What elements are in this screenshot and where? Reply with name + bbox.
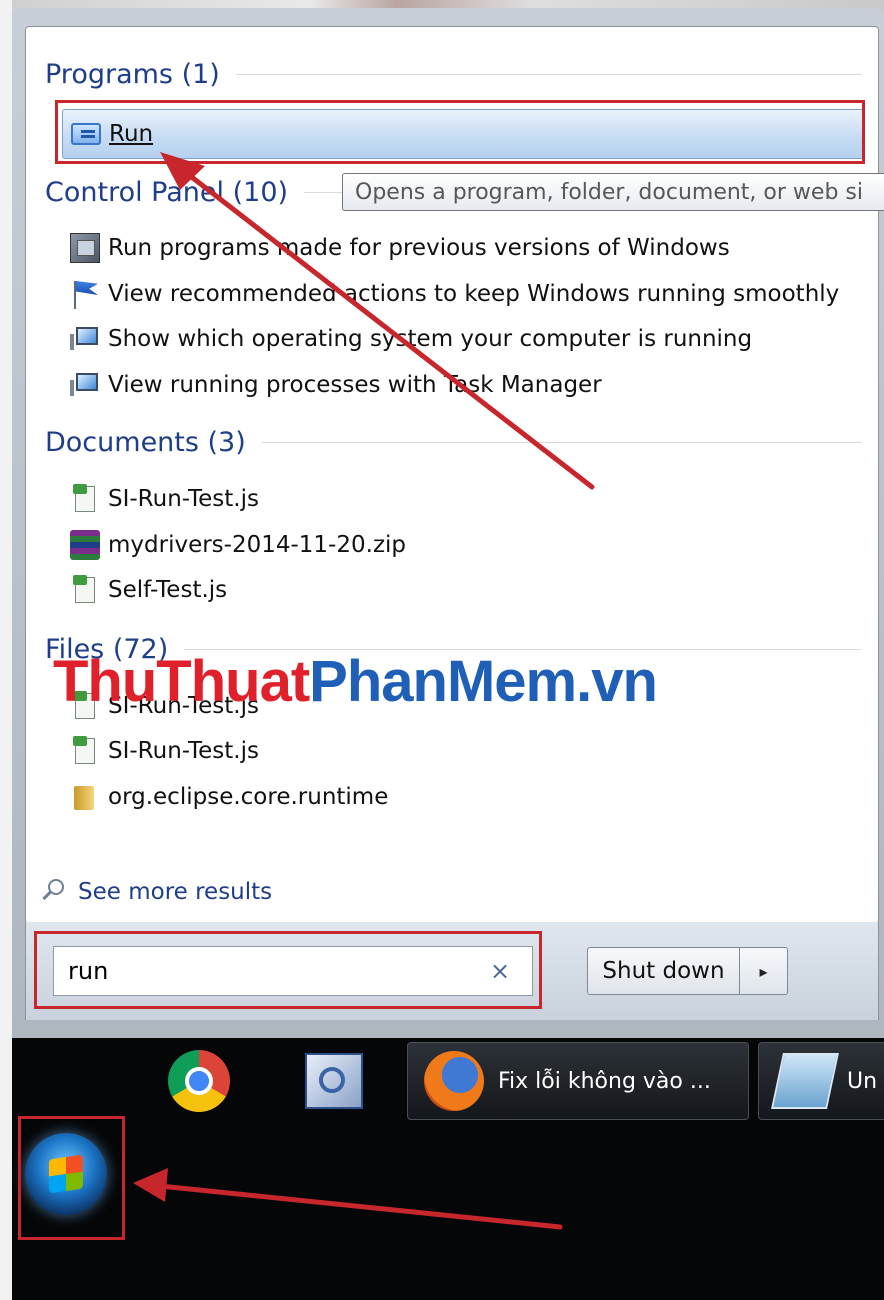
result-item-label: View running processes with Task Manager [108,372,602,398]
desktop-edge [0,0,12,1300]
watermark-logo: ThuThuatPhanMem.vn [53,648,658,715]
see-more-results-label: See more results [78,879,273,905]
result-item-document[interactable]: SI-Run-Test.js [70,479,259,519]
result-item-label: Show which operating system your compute… [108,326,753,352]
search-icon [40,877,70,907]
run-tooltip: Opens a program, folder, document, or we… [342,173,884,211]
result-item-file[interactable]: org.eclipse.core.runtime [70,777,388,817]
section-title-documents: Documents (3) [45,426,246,458]
watermark-part2: PhanMem.vn [309,649,658,714]
result-item-label: SI-Run-Test.js [108,486,259,512]
result-item-task-manager[interactable]: View running processes with Task Manager [70,365,602,405]
js-file-icon [70,575,100,605]
firefox-icon [424,1051,484,1111]
result-item-file[interactable]: SI-Run-Test.js [70,731,259,771]
result-item-label: Self-Test.js [108,577,228,603]
js-file-icon [70,736,100,766]
result-item-run[interactable]: Run [62,109,864,159]
system-monitor-icon [70,370,100,400]
shutdown-options-button[interactable]: ▸ [740,947,788,995]
compatibility-icon [70,233,100,263]
watermark-part1: ThuThuat [53,649,310,714]
taskbar-button-label: Fix lỗi không vào ... [498,1068,711,1094]
taskbar-button-notepad[interactable]: Un [758,1042,884,1120]
result-item-label: Run programs made for previous versions … [108,235,730,261]
result-item-show-os[interactable]: Show which operating system your compute… [70,319,752,359]
quick-assist-icon[interactable] [305,1053,363,1109]
result-item-document[interactable]: mydrivers-2014-11-20.zip [70,525,406,565]
chrome-icon[interactable] [168,1050,230,1112]
result-item-label: org.eclipse.core.runtime [108,784,389,810]
run-icon [71,123,101,145]
search-input[interactable] [66,956,480,986]
folder-icon [70,782,100,812]
section-divider [235,73,861,75]
result-item-label: mydrivers-2014-11-20.zip [108,532,407,558]
system-monitor-icon [70,324,100,354]
section-title-control-panel: Control Panel (10) [45,176,289,208]
section-divider [261,441,861,443]
section-title-programs: Programs (1) [45,58,220,90]
shutdown-control: Shut down ▸ [587,947,788,995]
action-center-flag-icon [70,279,100,309]
see-more-results-link[interactable]: See more results [40,872,272,912]
result-item-label: Run [109,121,154,147]
result-item-compatibility[interactable]: Run programs made for previous versions … [70,228,730,268]
start-search-box[interactable]: × [53,946,533,996]
result-item-recommended-actions[interactable]: View recommended actions to keep Windows… [70,274,839,314]
result-item-label: SI-Run-Test.js [108,738,259,764]
shutdown-button[interactable]: Shut down [587,947,740,995]
result-item-document[interactable]: Self-Test.js [70,570,227,610]
start-button[interactable] [25,1133,107,1215]
result-item-label: View recommended actions to keep Windows… [108,281,840,307]
search-results-panel: Programs (1) Run Control Panel (10) Run … [25,26,879,924]
section-header-documents: Documents (3) [45,425,861,459]
section-header-programs: Programs (1) [45,57,861,91]
taskbar-button-firefox[interactable]: Fix lỗi không vào ... [407,1042,749,1120]
taskbar-button-label: Un [847,1068,878,1094]
js-file-icon [70,484,100,514]
notepad-icon [771,1053,839,1109]
winrar-archive-icon [70,530,100,560]
clear-search-icon[interactable]: × [490,957,510,985]
